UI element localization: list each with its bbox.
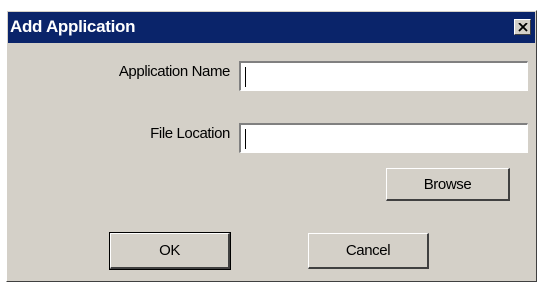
cancel-button[interactable]: Cancel bbox=[308, 233, 429, 269]
browse-button[interactable]: Browse bbox=[386, 168, 510, 201]
application-name-input[interactable] bbox=[239, 61, 528, 91]
add-application-dialog: Add Application Application Name File Lo… bbox=[6, 10, 537, 282]
file-location-label: File Location bbox=[150, 125, 230, 142]
ok-button[interactable]: OK bbox=[109, 232, 231, 270]
window-title: Add Application bbox=[10, 17, 136, 36]
text-caret bbox=[245, 129, 246, 149]
file-location-input[interactable] bbox=[239, 123, 528, 153]
title-bar[interactable]: Add Application bbox=[8, 12, 535, 43]
text-caret bbox=[245, 67, 246, 87]
close-icon bbox=[518, 23, 528, 32]
close-button[interactable] bbox=[514, 19, 531, 35]
application-name-label: Application Name bbox=[118, 63, 231, 80]
